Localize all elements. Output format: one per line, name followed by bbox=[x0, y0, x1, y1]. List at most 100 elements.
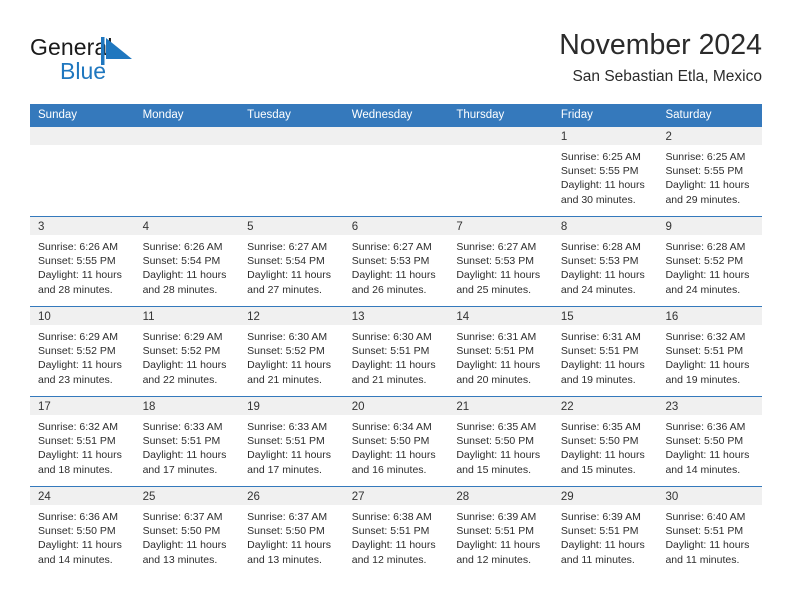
sunset-line: Sunset: 5:50 PM bbox=[560, 435, 639, 448]
day-details: Sunrise: 6:25 AM Sunset: 5:55 PM Dayligh… bbox=[657, 145, 762, 207]
calendar-page: General Blue November 2024 San Sebastian… bbox=[0, 0, 792, 612]
calendar-day-cell[interactable]: 24 Sunrise: 6:36 AM Sunset: 5:50 PM Dayl… bbox=[30, 487, 135, 576]
calendar-day-cell[interactable] bbox=[134, 127, 240, 216]
day-number-band: 19 bbox=[239, 397, 344, 415]
daylight-line-1: Daylight: 11 hours bbox=[351, 449, 436, 462]
daylight-line-1: Daylight: 11 hours bbox=[665, 539, 750, 552]
day-number: 30 bbox=[665, 491, 679, 503]
day-number: 27 bbox=[351, 491, 365, 503]
day-number: 26 bbox=[247, 491, 260, 503]
calendar-day-cell[interactable]: 23 Sunrise: 6:36 AM Sunset: 5:50 PM Dayl… bbox=[657, 397, 763, 486]
sunset-line: Sunset: 5:50 PM bbox=[38, 525, 116, 538]
calendar-day-cell[interactable]: 16 Sunrise: 6:32 AM Sunset: 5:51 PM Dayl… bbox=[657, 307, 763, 396]
calendar-day-cell[interactable]: 13 Sunrise: 6:30 AM Sunset: 5:51 PM Dayl… bbox=[343, 307, 449, 396]
sunset-line: Sunset: 5:55 PM bbox=[560, 165, 639, 178]
daylight-line-1: Daylight: 11 hours bbox=[351, 269, 436, 282]
daylight-line-1: Daylight: 11 hours bbox=[560, 539, 645, 552]
daylight-line-2: and 11 minutes. bbox=[560, 553, 635, 566]
sunrise-line: Sunrise: 6:37 AM bbox=[247, 511, 328, 523]
daylight-line-2: and 11 minutes. bbox=[665, 553, 740, 566]
calendar-day-cell[interactable]: 21 Sunrise: 6:35 AM Sunset: 5:50 PM Dayl… bbox=[448, 397, 553, 486]
day-details: Sunrise: 6:39 AM Sunset: 5:51 PM Dayligh… bbox=[553, 505, 658, 567]
day-number-band: 11 bbox=[134, 307, 240, 325]
calendar-day-cell[interactable]: 10 Sunrise: 6:29 AM Sunset: 5:52 PM Dayl… bbox=[30, 307, 135, 396]
calendar-day-cell[interactable]: 27 Sunrise: 6:38 AM Sunset: 5:51 PM Dayl… bbox=[343, 487, 449, 576]
sunrise-line: Sunrise: 6:31 AM bbox=[560, 331, 641, 343]
brand-logo[interactable]: General Blue bbox=[30, 34, 170, 92]
calendar-week-row: 1 Sunrise: 6:25 AM Sunset: 5:55 PM Dayli… bbox=[30, 126, 763, 216]
calendar-day-cell[interactable]: 20 Sunrise: 6:34 AM Sunset: 5:50 PM Dayl… bbox=[343, 397, 449, 486]
day-details: Sunrise: 6:40 AM Sunset: 5:51 PM Dayligh… bbox=[657, 505, 762, 567]
sunrise-line: Sunrise: 6:27 AM bbox=[456, 241, 537, 253]
sunrise-line: Sunrise: 6:36 AM bbox=[38, 511, 118, 523]
calendar-day-cell[interactable]: 2 Sunrise: 6:25 AM Sunset: 5:55 PM Dayli… bbox=[657, 127, 763, 216]
calendar-day-cell[interactable]: 26 Sunrise: 6:37 AM Sunset: 5:50 PM Dayl… bbox=[239, 487, 344, 576]
day-number: 3 bbox=[38, 221, 45, 233]
sunrise-line: Sunrise: 6:39 AM bbox=[456, 511, 537, 523]
day-details bbox=[30, 145, 135, 150]
calendar-day-cell[interactable]: 14 Sunrise: 6:31 AM Sunset: 5:51 PM Dayl… bbox=[448, 307, 553, 396]
day-details: Sunrise: 6:32 AM Sunset: 5:51 PM Dayligh… bbox=[657, 325, 762, 387]
daylight-line-2: and 15 minutes. bbox=[456, 463, 532, 476]
day-number: 21 bbox=[456, 401, 470, 413]
daylight-line-1: Daylight: 11 hours bbox=[665, 269, 750, 282]
calendar-day-cell[interactable]: 9 Sunrise: 6:28 AM Sunset: 5:52 PM Dayli… bbox=[657, 217, 763, 306]
calendar-day-cell[interactable]: 15 Sunrise: 6:31 AM Sunset: 5:51 PM Dayl… bbox=[552, 307, 658, 396]
daylight-line-1: Daylight: 11 hours bbox=[665, 179, 750, 192]
sunset-line: Sunset: 5:52 PM bbox=[142, 345, 221, 358]
calendar-day-cell[interactable]: 4 Sunrise: 6:26 AM Sunset: 5:54 PM Dayli… bbox=[134, 217, 240, 306]
sunset-line: Sunset: 5:53 PM bbox=[560, 255, 639, 268]
day-number: 6 bbox=[351, 221, 359, 233]
calendar-day-cell[interactable] bbox=[343, 127, 449, 216]
calendar-day-cell[interactable]: 8 Sunrise: 6:28 AM Sunset: 5:53 PM Dayli… bbox=[552, 217, 658, 306]
day-number-band: 29 bbox=[552, 487, 658, 505]
sunset-line: Sunset: 5:50 PM bbox=[351, 435, 430, 448]
day-number-band: 9 bbox=[657, 217, 763, 235]
day-number-band: 2 bbox=[657, 127, 763, 145]
daylight-line-2: and 24 minutes. bbox=[560, 283, 636, 296]
day-number: 20 bbox=[351, 401, 365, 413]
day-number-band bbox=[239, 127, 344, 145]
weekday-header-saturday: Saturday bbox=[665, 109, 712, 121]
calendar-day-cell[interactable]: 18 Sunrise: 6:33 AM Sunset: 5:51 PM Dayl… bbox=[134, 397, 240, 486]
calendar-day-cell[interactable]: 7 Sunrise: 6:27 AM Sunset: 5:53 PM Dayli… bbox=[448, 217, 553, 306]
sunset-line: Sunset: 5:51 PM bbox=[665, 525, 744, 538]
calendar-day-cell[interactable]: 22 Sunrise: 6:35 AM Sunset: 5:50 PM Dayl… bbox=[552, 397, 658, 486]
day-number: 10 bbox=[38, 311, 51, 323]
day-number-band: 12 bbox=[239, 307, 344, 325]
sunset-line: Sunset: 5:52 PM bbox=[247, 345, 325, 358]
calendar-grid: Sunday Monday Tuesday Wednesday Thursday… bbox=[30, 104, 763, 576]
daylight-line-2: and 30 minutes. bbox=[560, 193, 636, 206]
day-details: Sunrise: 6:26 AM Sunset: 5:54 PM Dayligh… bbox=[135, 235, 240, 297]
calendar-day-cell[interactable]: 3 Sunrise: 6:26 AM Sunset: 5:55 PM Dayli… bbox=[30, 217, 135, 306]
daylight-line-2: and 19 minutes. bbox=[665, 373, 741, 386]
calendar-day-cell[interactable]: 28 Sunrise: 6:39 AM Sunset: 5:51 PM Dayl… bbox=[448, 487, 553, 576]
calendar-day-cell[interactable]: 30 Sunrise: 6:40 AM Sunset: 5:51 PM Dayl… bbox=[657, 487, 763, 576]
day-details bbox=[448, 145, 553, 150]
sunrise-line: Sunrise: 6:37 AM bbox=[142, 511, 223, 523]
calendar-day-cell[interactable]: 19 Sunrise: 6:33 AM Sunset: 5:51 PM Dayl… bbox=[239, 397, 344, 486]
calendar-day-cell[interactable]: 12 Sunrise: 6:30 AM Sunset: 5:52 PM Dayl… bbox=[239, 307, 344, 396]
calendar-day-cell[interactable]: 17 Sunrise: 6:32 AM Sunset: 5:51 PM Dayl… bbox=[30, 397, 135, 486]
day-details: Sunrise: 6:29 AM Sunset: 5:52 PM Dayligh… bbox=[135, 325, 240, 387]
calendar-day-cell[interactable]: 1 Sunrise: 6:25 AM Sunset: 5:55 PM Dayli… bbox=[552, 127, 658, 216]
day-number: 4 bbox=[142, 221, 149, 233]
day-number: 1 bbox=[560, 131, 568, 143]
sunset-line: Sunset: 5:51 PM bbox=[560, 525, 639, 538]
day-number-band: 22 bbox=[552, 397, 658, 415]
daylight-line-2: and 26 minutes. bbox=[351, 283, 427, 296]
calendar-day-cell[interactable]: 6 Sunrise: 6:27 AM Sunset: 5:53 PM Dayli… bbox=[343, 217, 449, 306]
calendar-day-cell[interactable]: 5 Sunrise: 6:27 AM Sunset: 5:54 PM Dayli… bbox=[239, 217, 344, 306]
daylight-line-2: and 15 minutes. bbox=[560, 463, 636, 476]
calendar-day-cell[interactable] bbox=[239, 127, 344, 216]
calendar-day-cell[interactable] bbox=[448, 127, 553, 216]
sunrise-line: Sunrise: 6:32 AM bbox=[665, 331, 746, 343]
calendar-day-cell[interactable]: 11 Sunrise: 6:29 AM Sunset: 5:52 PM Dayl… bbox=[134, 307, 240, 396]
calendar-day-cell[interactable] bbox=[30, 127, 135, 216]
weekday-header-friday: Friday bbox=[560, 109, 593, 121]
calendar-day-cell[interactable]: 25 Sunrise: 6:37 AM Sunset: 5:50 PM Dayl… bbox=[134, 487, 240, 576]
day-number-band: 23 bbox=[657, 397, 763, 415]
sunset-line: Sunset: 5:50 PM bbox=[247, 525, 325, 538]
day-details: Sunrise: 6:38 AM Sunset: 5:51 PM Dayligh… bbox=[344, 505, 449, 567]
calendar-day-cell[interactable]: 29 Sunrise: 6:39 AM Sunset: 5:51 PM Dayl… bbox=[552, 487, 658, 576]
